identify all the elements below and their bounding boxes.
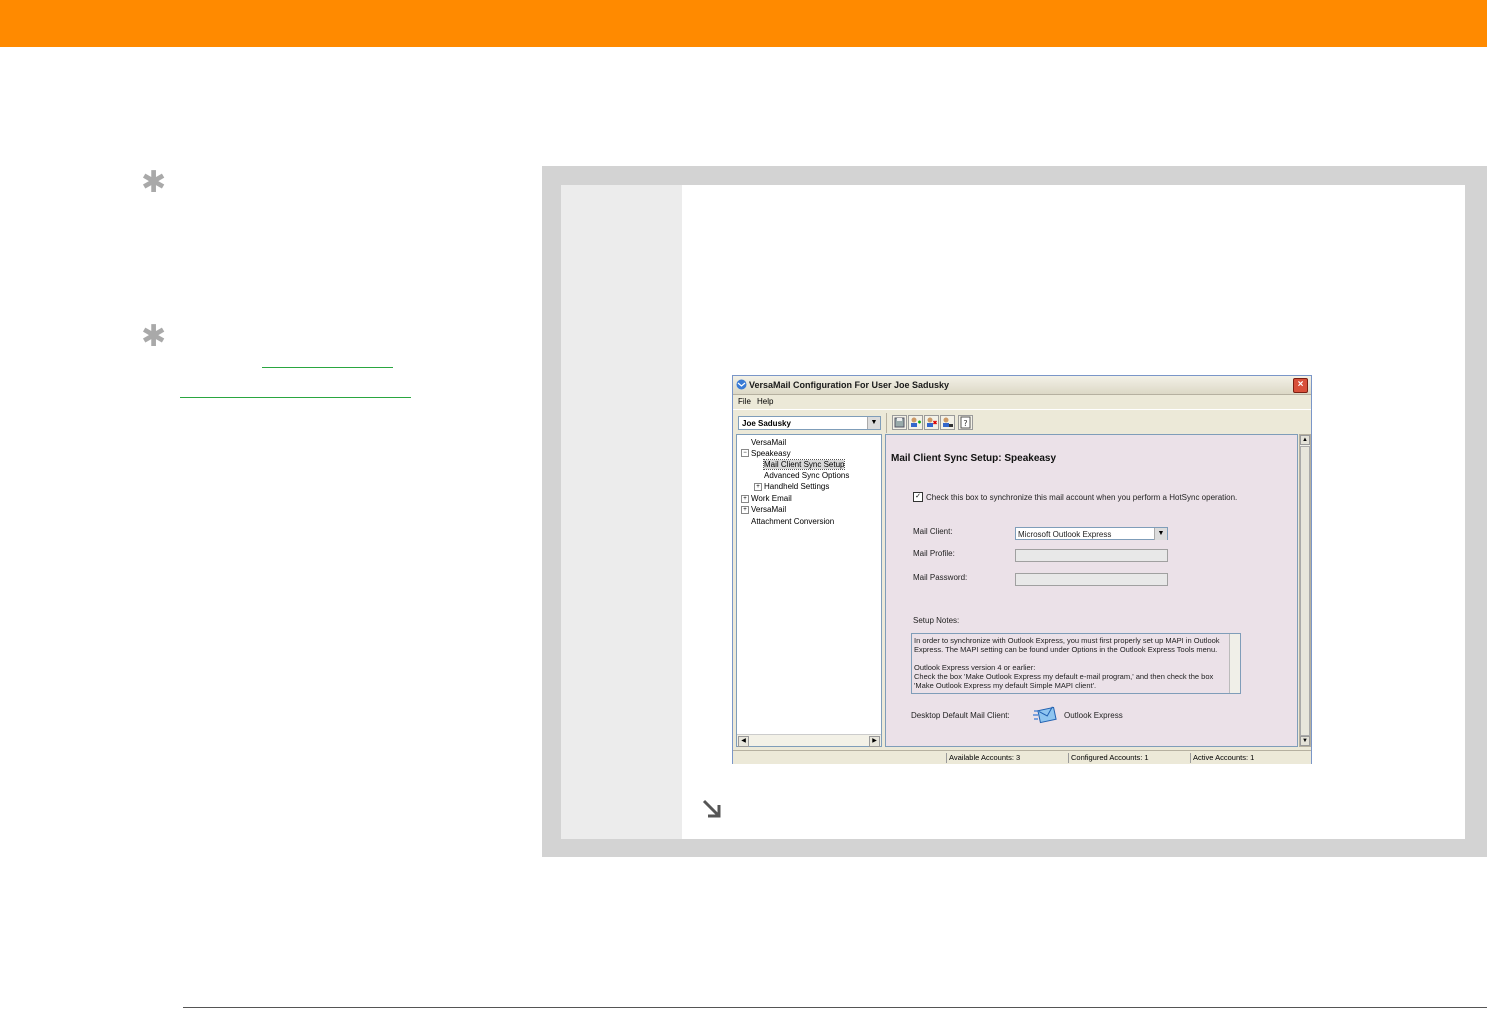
help-icon: ? — [960, 416, 971, 429]
toolbar: Joe Sadusky ▼ ? — [733, 409, 1311, 434]
expand-icon[interactable]: + — [741, 495, 749, 503]
tip-asterisk-icon: ✱ — [141, 165, 167, 200]
available-accounts: Available Accounts: 3 — [946, 753, 1020, 763]
mail-profile-field[interactable] — [1015, 549, 1168, 562]
chevron-down-icon[interactable]: ▼ — [1154, 528, 1167, 540]
scroll-down-icon[interactable]: ▼ — [1300, 736, 1310, 746]
step-number-column — [561, 185, 682, 839]
add-user-icon — [911, 417, 921, 427]
setup-notes-label: Setup Notes: — [913, 616, 960, 625]
save-button[interactable] — [892, 415, 907, 430]
expand-icon[interactable]: + — [741, 506, 749, 514]
svg-text:?: ? — [963, 419, 967, 428]
active-accounts: Active Accounts: 1 — [1190, 753, 1254, 763]
versamail-app-icon — [736, 379, 747, 390]
settings-panel: Mail Client Sync Setup: Speakeasy ✓ Chec… — [885, 434, 1298, 747]
delete-account-button[interactable] — [924, 415, 939, 430]
tree-horizontal-scrollbar[interactable]: ◀ ▶ — [737, 734, 881, 747]
setup-notes-textarea[interactable]: In order to synchronize with Outlook Exp… — [911, 633, 1241, 694]
window-title: VersaMail Configuration For User Joe Sad… — [749, 380, 950, 390]
toolbar-separator — [886, 413, 887, 433]
notes-scrollbar[interactable] — [1229, 634, 1240, 693]
user-settings-icon — [943, 417, 953, 427]
scrollbar-thumb[interactable] — [1300, 446, 1310, 736]
menu-file[interactable]: File — [738, 397, 751, 406]
help-button[interactable]: ? — [958, 415, 973, 430]
scroll-up-icon[interactable]: ▲ — [1300, 435, 1310, 445]
notes-line: Express. The MAPI setting can be found u… — [914, 645, 1218, 654]
save-icon — [894, 417, 905, 428]
menu-help[interactable]: Help — [757, 397, 773, 406]
settings-vertical-scrollbar[interactable]: ▲ ▼ — [1299, 434, 1311, 747]
desktop-default-label: Desktop Default Mail Client: — [911, 711, 1010, 720]
close-button[interactable]: × — [1293, 378, 1308, 393]
scroll-right-icon[interactable]: ▶ — [869, 736, 880, 747]
desktop-default-value: Outlook Express — [1064, 711, 1123, 720]
versamail-config-window: VersaMail Configuration For User Joe Sad… — [732, 375, 1312, 764]
window-title-bar[interactable]: VersaMail Configuration For User Joe Sad… — [733, 376, 1311, 395]
delete-user-icon — [927, 417, 938, 427]
section-heading: Mail Client Sync Setup: Speakeasy — [891, 453, 1057, 464]
expand-icon[interactable]: + — [754, 483, 762, 491]
hotsync-checkbox-label: Check this box to synchronize this mail … — [926, 493, 1238, 502]
tree-item[interactable]: VersaMail — [751, 505, 786, 514]
tree-item[interactable]: Advanced Sync Options — [764, 471, 849, 480]
status-bar: Available Accounts: 3 Configured Account… — [733, 750, 1311, 764]
collapse-icon[interactable]: − — [741, 449, 749, 457]
footer-rule — [183, 1007, 1487, 1008]
tree-item[interactable]: Handheld Settings — [764, 482, 829, 491]
tree-item[interactable]: Attachment Conversion — [751, 517, 834, 526]
tree-item[interactable]: Speakeasy — [751, 449, 791, 458]
menu-bar: File Help — [733, 394, 1311, 408]
cross-reference-link[interactable] — [262, 367, 393, 368]
hotsync-checkbox[interactable]: ✓ — [913, 492, 923, 502]
tree-item[interactable]: Work Email — [751, 494, 792, 503]
configured-accounts: Configured Accounts: 1 — [1068, 753, 1149, 763]
mail-password-label: Mail Password: — [913, 573, 968, 582]
header-bar — [0, 0, 1487, 47]
mail-client-value: Microsoft Outlook Express — [1018, 530, 1112, 539]
tip-asterisk-icon: ✱ — [141, 319, 167, 354]
scroll-left-icon[interactable]: ◀ — [738, 736, 749, 747]
notes-line: 'Make Outlook Express my default Simple … — [914, 681, 1097, 690]
mail-client-label: Mail Client: — [913, 527, 953, 536]
add-account-button[interactable] — [908, 415, 923, 430]
account-properties-button[interactable] — [940, 415, 955, 430]
mail-password-field[interactable] — [1015, 573, 1168, 586]
notes-line: Outlook Express version 4 or earlier: — [914, 663, 1036, 672]
user-select[interactable]: Joe Sadusky ▼ — [738, 416, 881, 430]
outlook-express-icon — [1033, 706, 1057, 724]
notes-line: In order to synchronize with Outlook Exp… — [914, 636, 1220, 645]
tree-item[interactable]: VersaMail — [751, 438, 786, 447]
user-select-value: Joe Sadusky — [742, 419, 791, 428]
mail-profile-label: Mail Profile: — [913, 549, 955, 558]
mail-client-select[interactable]: Microsoft Outlook Express ▼ — [1015, 527, 1168, 540]
notes-line: Check the box 'Make Outlook Express my d… — [914, 672, 1214, 681]
account-tree: VersaMail − Speakeasy Mail Client Sync S… — [736, 434, 882, 747]
cross-reference-link[interactable] — [180, 397, 411, 398]
chevron-down-icon[interactable]: ▼ — [867, 417, 880, 429]
continue-arrow-icon[interactable] — [700, 797, 724, 821]
tree-item-selected[interactable]: Mail Client Sync Setup — [762, 459, 846, 470]
